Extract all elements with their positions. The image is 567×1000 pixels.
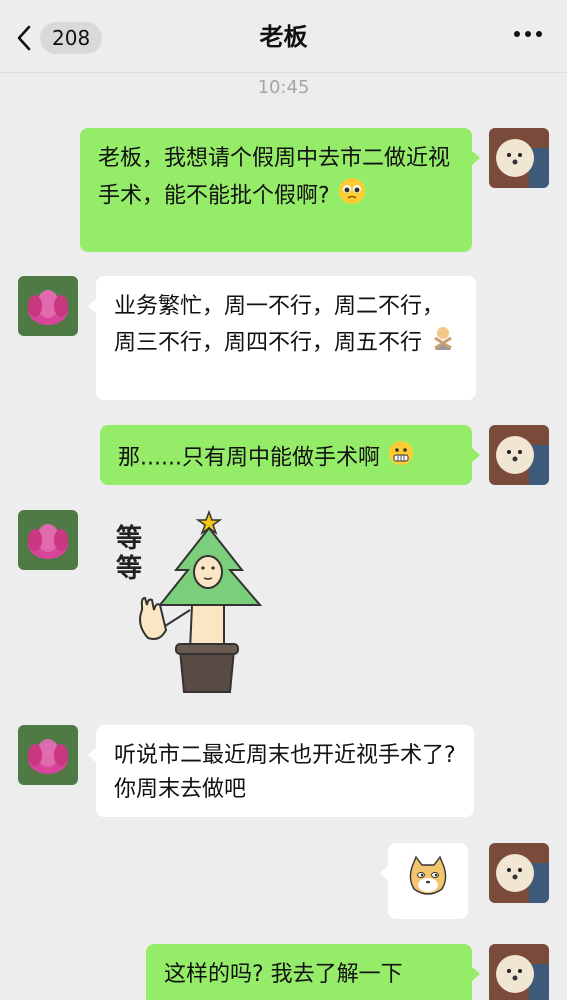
message-text: 那......只有周中能做手术啊 (118, 445, 380, 471)
my-avatar[interactable] (489, 843, 549, 903)
message-text: 业务繁忙，周一不行，周二不行，周三不行，周四不行，周五不行 (114, 294, 445, 356)
message-bubble-outgoing[interactable]: 那......只有周中能做手术啊 (100, 425, 480, 485)
message-text: 这样的吗? 我去了解一下 (164, 962, 403, 987)
grimace-face-icon (387, 439, 415, 478)
sticker-bubble[interactable] (380, 843, 468, 919)
person-gesturing-no-icon (429, 324, 457, 363)
chat-screen: 208 老板 10:45 老板，我想请个假周中去市二做近视手术，能不能批个假啊? (0, 0, 567, 1000)
pleading-face-icon (337, 176, 367, 217)
more-dots-icon (514, 31, 542, 37)
boss-avatar[interactable] (18, 725, 78, 785)
message-bubble-incoming[interactable]: 业务繁忙，周一不行，周二不行，周三不行，周四不行，周五不行 (88, 276, 476, 400)
my-avatar[interactable] (489, 128, 549, 188)
boss-avatar[interactable] (18, 510, 78, 570)
my-avatar[interactable] (489, 425, 549, 485)
boss-avatar[interactable] (18, 276, 78, 336)
chat-header: 208 老板 (0, 0, 567, 73)
message-bubble-incoming[interactable]: 听说市二最近周末也开近视手术了? 你周末去做吧 (88, 725, 474, 817)
tree-person-icon (139, 510, 263, 693)
my-avatar[interactable] (489, 944, 549, 1000)
message-timestamp: 10:45 (257, 77, 310, 98)
more-options-button[interactable] (513, 30, 543, 38)
message-bubble-outgoing[interactable]: 这样的吗? 我去了解一下 (146, 944, 480, 1000)
chat-title: 老板 (259, 23, 308, 51)
doge-cat-face-icon (409, 855, 447, 895)
tree-person-sticker[interactable]: 等等 (112, 510, 272, 700)
message-bubble-outgoing[interactable]: 老板，我想请个假周中去市二做近视手术，能不能批个假啊? (80, 128, 480, 252)
message-text: 老板，我想请个假周中去市二做近视手术，能不能批个假啊? (98, 146, 451, 209)
message-text: 听说市二最近周末也开近视手术了? 你周末去做吧 (114, 743, 456, 802)
